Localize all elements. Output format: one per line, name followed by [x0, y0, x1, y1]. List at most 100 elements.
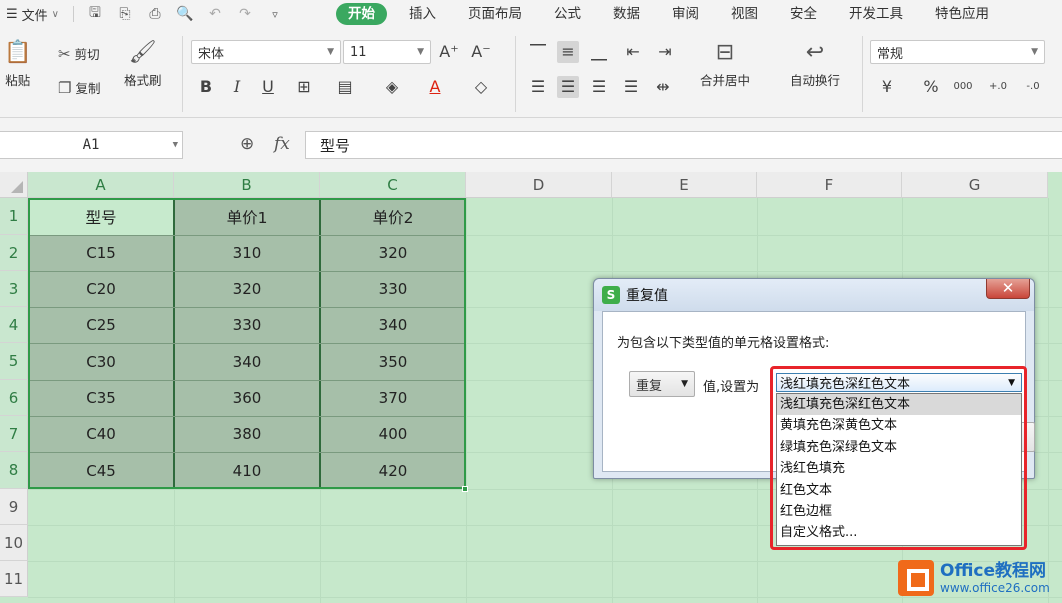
tab-formulas[interactable]: 公式: [538, 0, 597, 28]
column-header[interactable]: A: [28, 172, 174, 198]
align-center-icon[interactable]: ☰: [557, 76, 579, 98]
row-header[interactable]: 1: [0, 198, 28, 235]
align-left-icon[interactable]: ☰: [527, 76, 549, 98]
align-middle-icon[interactable]: ≡: [557, 41, 579, 63]
format-option[interactable]: 自定义格式...: [777, 522, 1021, 543]
tab-insert[interactable]: 插入: [393, 0, 452, 28]
save-icon[interactable]: 🖫: [86, 2, 104, 26]
data-cell[interactable]: C15: [28, 235, 174, 271]
tab-special[interactable]: 特色应用: [919, 0, 1005, 28]
zoom-formula-icon[interactable]: ⊕: [240, 134, 254, 154]
format-option[interactable]: 浅红色填充: [777, 458, 1021, 479]
increase-indent-icon[interactable]: ⇥: [654, 41, 676, 63]
data-cell[interactable]: C25: [28, 307, 174, 343]
value-type-select[interactable]: 重复 ▼: [629, 371, 695, 397]
paste-button[interactable]: 📋 粘贴: [4, 40, 31, 89]
tab-page-layout[interactable]: 页面布局: [452, 0, 538, 28]
name-box[interactable]: A1 ▼: [0, 131, 183, 159]
tab-review[interactable]: 审阅: [656, 0, 715, 28]
data-cell[interactable]: 310: [174, 235, 320, 271]
print-preview-icon[interactable]: 🔍: [176, 6, 194, 22]
align-bottom-icon[interactable]: ⎽: [588, 41, 610, 63]
justify-icon[interactable]: ☰: [620, 76, 642, 98]
borders-icon[interactable]: ⊞: [293, 76, 315, 98]
row-header[interactable]: 8: [0, 452, 28, 489]
increase-decimal-button[interactable]: +.0: [985, 76, 1011, 98]
row-header[interactable]: 9: [0, 489, 28, 525]
column-header[interactable]: B: [174, 172, 320, 198]
column-header[interactable]: E: [612, 172, 757, 198]
header-cell[interactable]: 单价1: [174, 198, 320, 235]
tab-security[interactable]: 安全: [774, 0, 833, 28]
customize-icon[interactable]: ▿: [266, 8, 284, 21]
fill-handle[interactable]: [462, 486, 468, 492]
wrap-text-button[interactable]: ↩ 自动换行: [790, 40, 840, 89]
data-cell[interactable]: C45: [28, 452, 174, 489]
data-cell[interactable]: C30: [28, 343, 174, 380]
data-cell[interactable]: 350: [320, 343, 466, 380]
format-option[interactable]: 绿填充色深绿色文本: [777, 437, 1021, 458]
merge-center-button[interactable]: ⊟ 合并居中: [700, 40, 750, 89]
print-icon[interactable]: ⎙: [146, 6, 164, 22]
font-color-icon[interactable]: A: [424, 76, 446, 98]
number-format-select[interactable]: 常规 ▼: [870, 40, 1045, 64]
close-button[interactable]: ✕: [986, 279, 1030, 299]
data-cell[interactable]: C20: [28, 271, 174, 307]
header-cell[interactable]: 型号: [28, 198, 174, 235]
clear-format-icon[interactable]: ◇: [470, 76, 492, 98]
cut-button[interactable]: ✂ 剪切: [58, 44, 100, 63]
decrease-indent-icon[interactable]: ⇤: [622, 41, 644, 63]
shrink-font-button[interactable]: A⁻: [470, 41, 492, 63]
column-header[interactable]: G: [902, 172, 1048, 198]
data-cell[interactable]: 380: [174, 416, 320, 452]
tab-developer[interactable]: 开发工具: [833, 0, 919, 28]
data-cell[interactable]: 360: [174, 380, 320, 416]
distribute-icon[interactable]: ⇹: [652, 76, 674, 98]
format-select[interactable]: 浅红填充色深红色文本 ▼: [776, 373, 1022, 392]
cell-style-icon[interactable]: ▤: [334, 76, 356, 98]
data-cell[interactable]: 420: [320, 452, 466, 489]
row-header[interactable]: 11: [0, 561, 28, 597]
currency-icon[interactable]: ¥: [876, 76, 898, 98]
row-header[interactable]: 7: [0, 416, 28, 452]
format-painter-button[interactable]: 🖌 格式刷: [124, 40, 162, 89]
data-cell[interactable]: 320: [320, 235, 466, 271]
export-icon[interactable]: ⎘: [116, 6, 134, 22]
column-header[interactable]: D: [466, 172, 612, 198]
percent-button[interactable]: %: [920, 76, 942, 98]
select-all-button[interactable]: [0, 172, 28, 198]
underline-button[interactable]: U: [257, 76, 279, 98]
font-name-select[interactable]: 宋体 ▼: [191, 40, 341, 64]
format-option[interactable]: 黄填充色深黄色文本: [777, 415, 1021, 436]
data-cell[interactable]: C40: [28, 416, 174, 452]
data-cell[interactable]: 340: [320, 307, 466, 343]
header-cell[interactable]: 单价2: [320, 198, 466, 235]
row-header[interactable]: 4: [0, 307, 28, 343]
row-header[interactable]: 3: [0, 271, 28, 307]
data-cell[interactable]: 370: [320, 380, 466, 416]
data-cell[interactable]: 400: [320, 416, 466, 452]
grow-font-button[interactable]: A⁺: [438, 41, 460, 63]
format-option[interactable]: 红色文本: [777, 480, 1021, 501]
row-header[interactable]: 5: [0, 343, 28, 380]
row-header[interactable]: 6: [0, 380, 28, 416]
formula-input[interactable]: 型号: [305, 131, 1062, 159]
thousands-button[interactable]: 000: [950, 76, 976, 98]
row-header[interactable]: 10: [0, 525, 28, 561]
dialog-titlebar[interactable]: S 重复值 ✕: [594, 279, 1034, 311]
column-header[interactable]: C: [320, 172, 466, 198]
data-cell[interactable]: 330: [320, 271, 466, 307]
decrease-decimal-button[interactable]: -.0: [1020, 76, 1046, 98]
file-menu[interactable]: ☰ 文件 ∨: [6, 5, 59, 24]
redo-icon[interactable]: ↷: [236, 6, 254, 22]
tab-view[interactable]: 视图: [715, 0, 774, 28]
data-cell[interactable]: 410: [174, 452, 320, 489]
tab-home[interactable]: 开始: [336, 3, 387, 25]
data-cell[interactable]: C35: [28, 380, 174, 416]
fill-color-icon[interactable]: ◈: [381, 76, 403, 98]
font-size-select[interactable]: 11 ▼: [343, 40, 431, 64]
data-cell[interactable]: 320: [174, 271, 320, 307]
insert-function-button[interactable]: fx: [274, 134, 290, 154]
data-cell[interactable]: 330: [174, 307, 320, 343]
copy-button[interactable]: ❐ 复制: [58, 78, 100, 97]
